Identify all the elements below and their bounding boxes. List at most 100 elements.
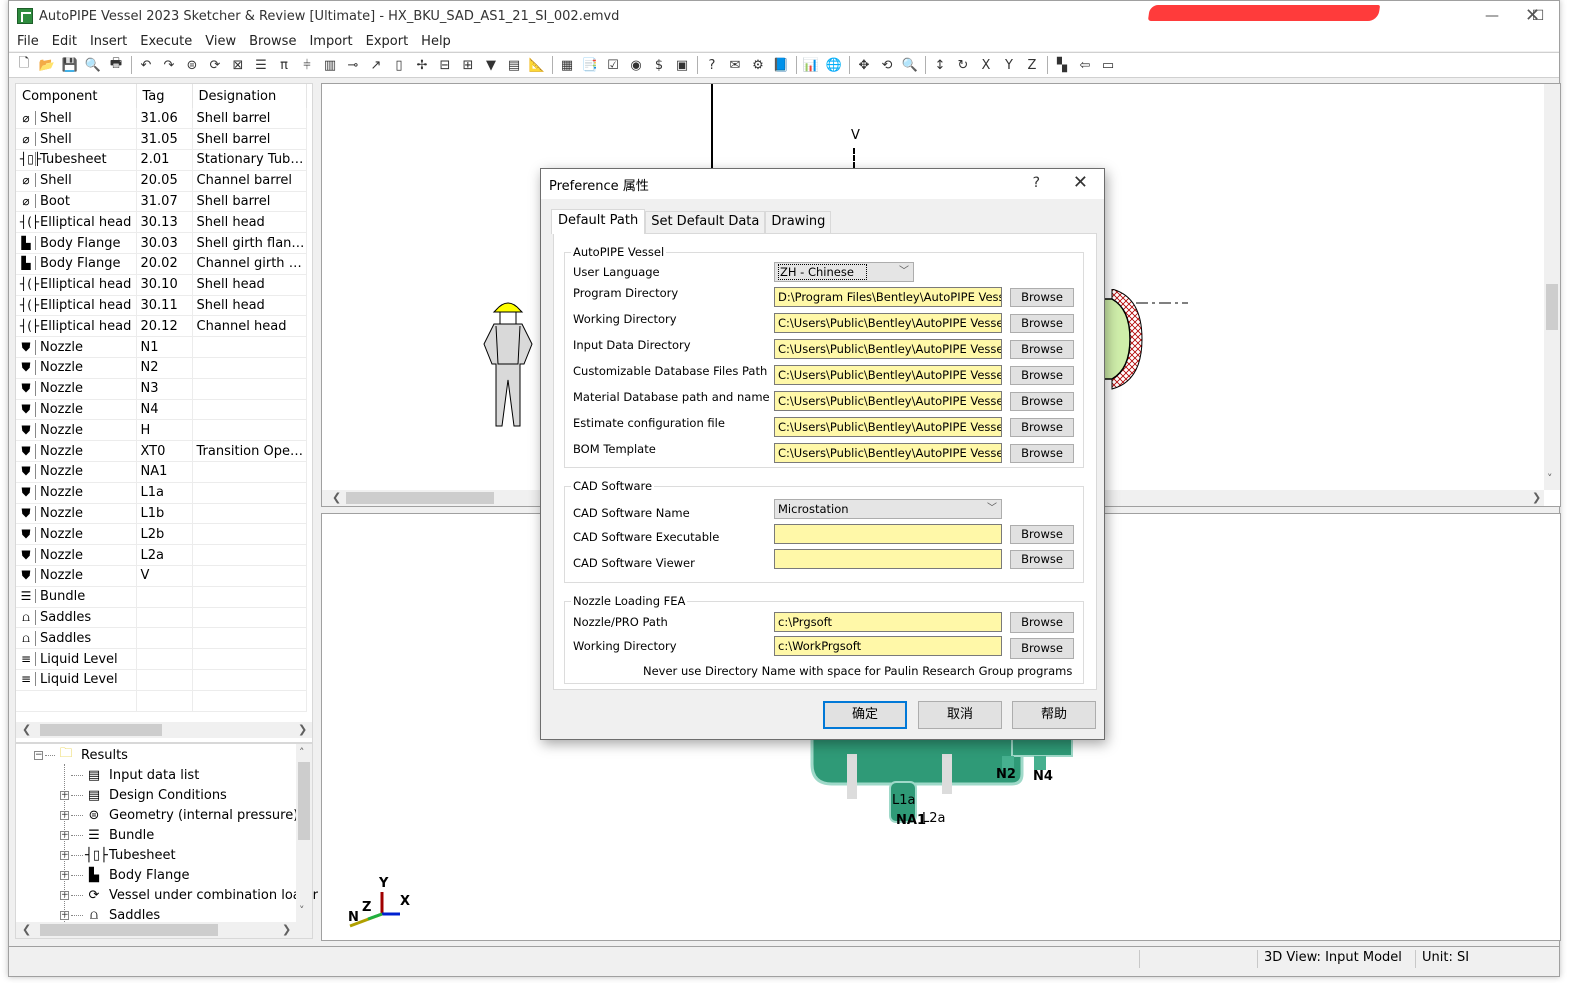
- component-row[interactable]: ⛊ Nozzle N2: [16, 357, 307, 379]
- component-row[interactable]: ┤(├Elliptical head 30.10 Shell head: [16, 274, 307, 296]
- scroll-left-arrow-icon[interactable]: ❮: [332, 491, 341, 504]
- tree-item[interactable]: + ⟳ Vessel under combination loadir: [60, 885, 318, 905]
- zoom-icon[interactable]: 🔍: [899, 54, 921, 76]
- component-row[interactable]: ⛊ Nozzle N3: [16, 378, 307, 400]
- component-row[interactable]: ⛊ Nozzle L2b: [16, 523, 307, 546]
- tree-hscrollbar[interactable]: ❮ ❯: [16, 922, 312, 938]
- scrollbar-thumb[interactable]: [298, 762, 310, 840]
- vertical-view-icon[interactable]: ↕: [929, 54, 951, 76]
- component-row[interactable]: ┤(├Elliptical head 30.13 Shell head: [16, 211, 307, 234]
- cad-executable-input[interactable]: [774, 524, 1002, 544]
- menu-execute[interactable]: Execute: [138, 34, 199, 49]
- component-list-hscrollbar[interactable]: ❮ ❯: [16, 722, 312, 738]
- ladder-icon[interactable]: ⊞: [457, 54, 479, 76]
- component-row[interactable]: ⩍ Saddles: [16, 627, 307, 650]
- component-row[interactable]: ⛊ Nozzle N4: [16, 399, 307, 421]
- tab-default-path[interactable]: Default Path: [551, 209, 646, 234]
- scroll-right-arrow-icon[interactable]: ❯: [282, 923, 291, 936]
- browse-button[interactable]: Browse: [1010, 612, 1074, 633]
- tree-item[interactable]: + ☰ Bundle: [60, 825, 154, 845]
- support-icon[interactable]: π: [273, 54, 295, 76]
- rotate-y-icon[interactable]: Y: [998, 54, 1020, 76]
- scroll-down-arrow-icon[interactable]: ˅: [299, 904, 305, 917]
- open-folder-icon[interactable]: 📂: [36, 54, 58, 76]
- browse-button[interactable]: Browse: [1010, 314, 1074, 333]
- scrollbar-thumb[interactable]: [346, 492, 494, 504]
- tree-item[interactable]: + ▙ Body Flange: [60, 865, 190, 885]
- scroll-up-arrow-icon[interactable]: ˄: [299, 746, 305, 759]
- component-row[interactable]: ⌀ Shell 31.06 Shell barrel: [16, 108, 307, 130]
- component-row[interactable]: [16, 690, 307, 712]
- lines-icon[interactable]: ☰: [250, 54, 272, 76]
- menu-browse[interactable]: Browse: [247, 34, 303, 49]
- tree-vscrollbar[interactable]: ˄ ˅: [296, 744, 312, 922]
- collapse-icon[interactable]: −: [34, 750, 43, 760]
- dialog-close-icon[interactable]: ✕: [1073, 172, 1088, 193]
- new-file-icon[interactable]: 🗋: [13, 54, 35, 76]
- ruler-icon[interactable]: 📐: [526, 54, 548, 76]
- rotate-view-icon[interactable]: ↻: [952, 54, 974, 76]
- user-language-select[interactable]: ZH - Chinese ﹀: [774, 262, 914, 282]
- eye-icon[interactable]: ◉: [625, 54, 647, 76]
- browse-button[interactable]: Browse: [1010, 550, 1074, 569]
- tree-item[interactable]: + ⊜ Geometry (internal pressure): [60, 805, 298, 825]
- component-row[interactable]: ≡ Liquid Level: [16, 669, 307, 691]
- book-icon[interactable]: 📘: [770, 54, 792, 76]
- redo-icon[interactable]: ↷: [158, 54, 180, 76]
- report-icon[interactable]: 📑: [579, 54, 601, 76]
- box-icon[interactable]: ⊠: [227, 54, 249, 76]
- chart-icon[interactable]: 📊: [800, 54, 822, 76]
- fea-working-dir-input[interactable]: c:\WorkPrgsoft: [774, 636, 1002, 656]
- component-row[interactable]: ☰ Bundle: [16, 586, 307, 608]
- tray-icon[interactable]: ⊟: [434, 54, 456, 76]
- print-preview-icon[interactable]: 🔍: [82, 54, 104, 76]
- settings-icon[interactable]: ⚙: [747, 54, 769, 76]
- help-icon[interactable]: ?: [701, 54, 723, 76]
- undo-icon[interactable]: ↶: [135, 54, 157, 76]
- component-row[interactable]: ≡ Liquid Level: [16, 648, 307, 671]
- column-header-tag[interactable]: Tag: [136, 84, 193, 108]
- component-row[interactable]: ⛊ Nozzle NA1: [16, 461, 307, 483]
- component-row[interactable]: ⌀ Shell 31.05 Shell barrel: [16, 128, 307, 151]
- nozzle-pro-path-input[interactable]: c:\Prgsoft: [774, 612, 1002, 632]
- path-input[interactable]: C:\Users\Public\Bentley\AutoPIPE Vessel\…: [774, 443, 1002, 463]
- ok-button[interactable]: 确定: [823, 701, 907, 729]
- path-input[interactable]: C:\Users\Public\Bentley\AutoPIPE Vessel\…: [774, 417, 1002, 437]
- mail-icon[interactable]: ✉: [724, 54, 746, 76]
- path-input[interactable]: C:\Users\Public\Bentley\AutoPIPE Vessel\…: [774, 339, 1002, 359]
- skirt-icon[interactable]: ▼: [480, 54, 502, 76]
- component-row[interactable]: ⩍ Saddles: [16, 607, 307, 629]
- component-row[interactable]: ⛊ Nozzle L1b: [16, 503, 307, 525]
- checklist-icon[interactable]: ☑: [602, 54, 624, 76]
- component-row[interactable]: ⛊ Nozzle V: [16, 565, 307, 587]
- menu-edit[interactable]: Edit: [50, 34, 84, 49]
- component-row[interactable]: ⌀ Shell 20.05 Channel barrel: [16, 170, 307, 192]
- tree-item[interactable]: ▤ Input data list: [60, 765, 199, 785]
- menu-export[interactable]: Export: [364, 34, 416, 49]
- browse-button[interactable]: Browse: [1010, 288, 1074, 307]
- tab-set-default-data[interactable]: Set Default Data: [645, 211, 766, 233]
- menu-file[interactable]: File: [15, 34, 46, 49]
- component-row[interactable]: ⛊ Nozzle L1a: [16, 482, 307, 504]
- combination-load-icon[interactable]: ⟳: [204, 54, 226, 76]
- component-row[interactable]: ⛊ Nozzle H: [16, 419, 307, 442]
- nozzle-flange-icon[interactable]: ⫩: [296, 54, 318, 76]
- print-icon[interactable]: 🖶: [105, 54, 127, 76]
- window-icon[interactable]: ▭: [1097, 54, 1119, 76]
- scroll-down-arrow-icon[interactable]: ˅: [1547, 472, 1553, 485]
- browse-button[interactable]: Browse: [1010, 525, 1074, 544]
- geometry-icon[interactable]: ⊜: [181, 54, 203, 76]
- import-icon[interactable]: ⇦: [1074, 54, 1096, 76]
- globe-icon[interactable]: 🌐: [823, 54, 845, 76]
- cad-viewer-input[interactable]: [774, 549, 1002, 569]
- calculator-icon[interactable]: ▦: [556, 54, 578, 76]
- column-header-designation[interactable]: Designation: [192, 84, 307, 108]
- menu-help[interactable]: Help: [419, 34, 458, 49]
- tab-drawing[interactable]: Drawing: [765, 211, 832, 233]
- menu-insert[interactable]: Insert: [88, 34, 134, 49]
- component-row[interactable]: ⛊ Nozzle L2a: [16, 544, 307, 567]
- tree-item[interactable]: + ┤▯├ Tubesheet: [60, 845, 176, 865]
- browse-button[interactable]: Browse: [1010, 366, 1074, 385]
- cost-icon[interactable]: $: [648, 54, 670, 76]
- scroll-left-arrow-icon[interactable]: ❮: [22, 723, 31, 736]
